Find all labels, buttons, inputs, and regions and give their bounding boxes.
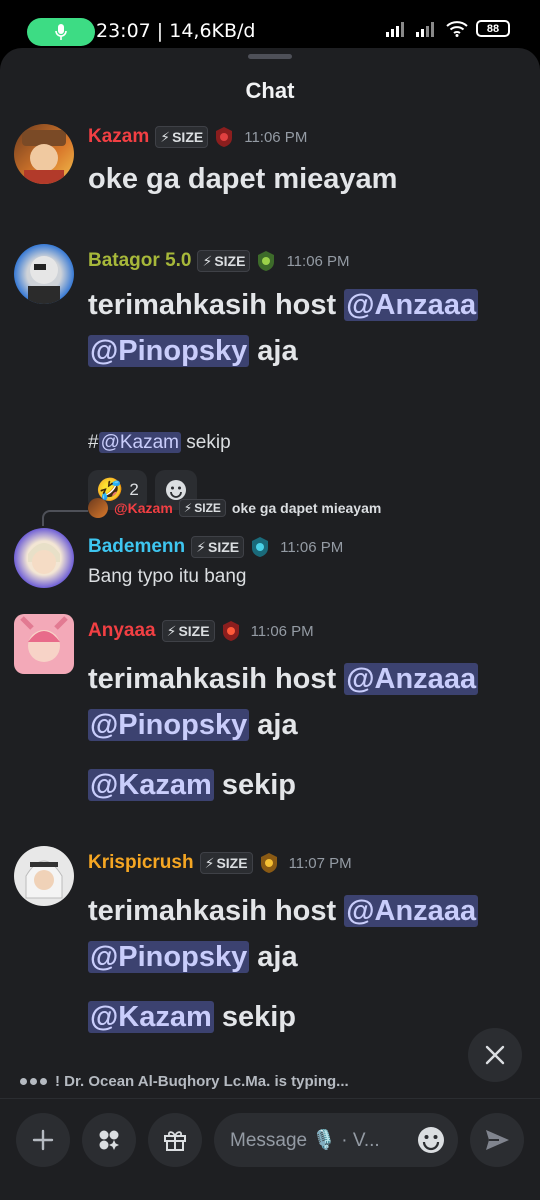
status-bar: 23:07 | 14,6KB/d 88 [0, 0, 540, 48]
username[interactable]: Krispicrush [88, 852, 194, 874]
bolt-icon: ⚡ [160, 128, 171, 145]
typing-dots-icon [20, 1078, 47, 1085]
message-text: terimahkasih host @Anzaaa @Pinopsky aja [88, 663, 479, 741]
user-mention[interactable]: @Kazam [88, 769, 214, 801]
close-icon [485, 1045, 505, 1065]
guild-tag: ⚡ SIZE [178, 499, 226, 517]
reaction-count: 2 [129, 480, 139, 499]
plus-icon [32, 1129, 54, 1151]
bolt-icon: ⚡ [202, 252, 213, 269]
reply-avatar [88, 498, 108, 518]
reply-connector [42, 510, 88, 526]
typing-indicator: ! Dr. Ocean Al-Buqhory Lc.Ma. is typing.… [20, 1073, 349, 1090]
mic-active-indicator[interactable] [27, 18, 95, 46]
message-input[interactable]: Message 🎙️ · V... [214, 1113, 458, 1167]
guild-tag[interactable]: ⚡ SIZE [199, 852, 253, 874]
role-badge-icon [252, 537, 269, 557]
username[interactable]: Kazam [88, 126, 149, 148]
guild-tag[interactable]: ⚡ SIZE [161, 620, 215, 642]
page-title: Chat [245, 78, 295, 103]
add-attachment-button[interactable] [16, 1113, 70, 1167]
guild-tag[interactable]: ⚡ SIZE [155, 126, 209, 148]
avatar[interactable] [14, 614, 74, 674]
status-time-speed: 23:07 | 14,6KB/d [96, 20, 256, 42]
drag-handle[interactable] [248, 54, 292, 59]
wifi-icon [446, 20, 468, 37]
message-batagor: Batagor 5.0 ⚡ SIZE 11:06 PM terimahkasih … [0, 244, 540, 510]
timestamp: 11:06 PM [280, 538, 344, 556]
apps-icon [99, 1130, 119, 1150]
message-subtext: # @Kazam sekip [88, 432, 231, 453]
send-button[interactable] [470, 1113, 524, 1167]
gift-button[interactable] [148, 1113, 202, 1167]
message-krispicrush: Krispicrush ⚡ SIZE 11:07 PM terimahkasih … [0, 846, 540, 1046]
message-anyaaa: Anyaaa ⚡ SIZE 11:06 PM terimahkasih host … [0, 614, 540, 814]
timestamp: 11:06 PM [286, 252, 350, 270]
user-mention[interactable]: @Anzaaa [344, 895, 479, 927]
microphone-icon [55, 24, 67, 40]
user-mention[interactable]: @Pinopsky [88, 709, 250, 741]
signal-icon [386, 21, 404, 37]
message-bademenn: Bademenn ⚡ SIZE 11:06 PM Bang typo itu ba… [0, 528, 540, 598]
timestamp: 11:06 PM [250, 622, 314, 640]
username[interactable]: Anyaaa [88, 620, 156, 642]
message-text: Bang typo itu bang [88, 566, 247, 587]
user-mention[interactable]: @Pinopsky [88, 335, 250, 367]
timestamp: 11:07 PM [288, 854, 352, 872]
bolt-icon: ⚡ [204, 854, 215, 871]
message-composer: Message 🎙️ · V... [0, 1098, 540, 1200]
timestamp: 11:06 PM [244, 128, 308, 146]
bolt-icon: ⚡ [183, 501, 193, 515]
username[interactable]: Batagor 5.0 [88, 250, 191, 272]
guild-tag[interactable]: ⚡ SIZE [197, 250, 251, 272]
send-icon [486, 1130, 509, 1150]
role-badge-icon [216, 127, 233, 147]
message-kazam: Kazam ⚡ SIZE 11:06 PM oke ga dapet mieaya… [0, 124, 540, 204]
user-mention[interactable]: @Anzaaa [344, 289, 479, 321]
user-mention[interactable]: @Anzaaa [344, 663, 479, 695]
reply-username: @Kazam [114, 500, 173, 516]
reply-preview[interactable]: @Kazam ⚡ SIZE oke ga dapet mieayam [88, 498, 381, 518]
user-mention[interactable]: @Kazam [98, 432, 181, 453]
battery-icon: 88 [476, 20, 510, 37]
role-badge-icon [260, 853, 277, 873]
close-button[interactable] [468, 1028, 522, 1082]
message-placeholder: Message 🎙️ · V... [230, 1130, 380, 1151]
bolt-icon: ⚡ [166, 622, 177, 639]
emoji-button[interactable] [416, 1125, 446, 1161]
message-text: terimahkasih host @Anzaaa @Pinopsky aja [88, 289, 479, 367]
message-text: terimahkasih host @Anzaaa @Pinopsky aja [88, 895, 479, 973]
guild-tag[interactable]: ⚡ SIZE [191, 536, 245, 558]
avatar[interactable] [14, 244, 74, 304]
chat-sheet: Chat Kazam ⚡ SIZE 11:06 PM oke ga dapet m… [0, 48, 540, 1200]
message-text-2: @Kazam sekip [88, 1001, 296, 1033]
reply-text: oke ga dapet mieayam [231, 500, 382, 516]
username[interactable]: Bademenn [88, 536, 185, 558]
smile-icon [418, 1127, 444, 1153]
signal-icon-2 [416, 21, 434, 37]
role-badge-icon [222, 621, 239, 641]
gift-icon [164, 1131, 186, 1151]
message-text: oke ga dapet mieayam [88, 163, 398, 195]
avatar[interactable] [14, 124, 74, 184]
role-badge-icon [258, 251, 275, 271]
avatar[interactable] [14, 528, 74, 588]
message-text-2: @Kazam sekip [88, 769, 296, 801]
apps-button[interactable] [82, 1113, 136, 1167]
typing-text: ! Dr. Ocean Al-Buqhory Lc.Ma. is typing.… [55, 1073, 349, 1090]
user-mention[interactable]: @Pinopsky [88, 941, 250, 973]
bolt-icon: ⚡ [196, 538, 206, 555]
avatar[interactable] [14, 846, 74, 906]
user-mention[interactable]: @Kazam [88, 1001, 214, 1033]
